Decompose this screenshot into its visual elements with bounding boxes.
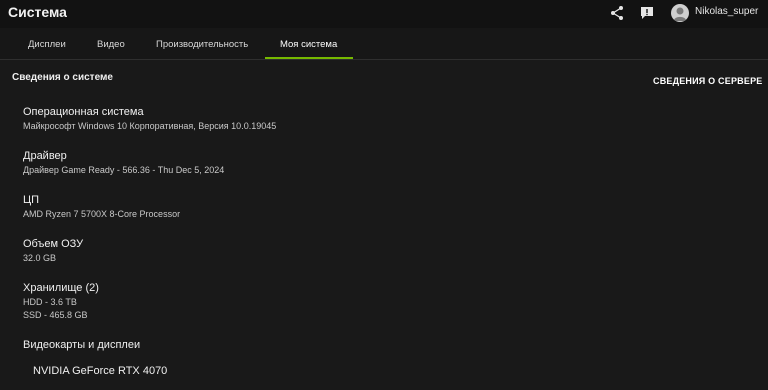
cpu-value: AMD Ryzen 7 5700X 8-Core Processor (23, 209, 181, 219)
tab-video[interactable]: Видео (97, 39, 125, 50)
gpu-item: NVIDIA GeForce RTX 4070 (33, 365, 168, 377)
title-bar: Система Nikolas_super (0, 0, 768, 28)
app-title: Система (8, 4, 67, 20)
gpus-label: Видеокарты и дисплеи (23, 339, 141, 351)
user-avatar-icon[interactable] (671, 4, 689, 22)
os-label: Операционная система (23, 106, 144, 118)
storage-ssd: SSD - 465.8 GB (23, 310, 88, 320)
driver-label: Драйвер (23, 150, 67, 162)
section-title: Сведения о системе (12, 72, 113, 83)
active-tab-indicator (265, 57, 353, 59)
tab-my-system[interactable]: Моя система (280, 39, 337, 50)
share-icon[interactable] (609, 5, 625, 21)
username[interactable]: Nikolas_super (695, 6, 758, 17)
os-value: Майкрософт Windows 10 Корпоративная, Вер… (23, 121, 277, 131)
driver-value: Драйвер Game Ready - 566.36 - Thu Dec 5,… (23, 165, 225, 175)
storage-label: Хранилище (2) (23, 282, 99, 294)
storage-hdd: HDD - 3.6 TB (23, 297, 77, 307)
server-info-link[interactable]: СВЕДЕНИЯ О СЕРВЕРЕ (653, 76, 762, 86)
ram-label: Объем ОЗУ (23, 238, 84, 250)
tab-displays[interactable]: Дисплеи (28, 39, 66, 50)
cpu-label: ЦП (23, 194, 40, 206)
tab-performance[interactable]: Производительность (156, 39, 248, 50)
notification-icon[interactable] (639, 5, 655, 21)
tab-bar: Дисплеи Видео Производительность Моя сис… (0, 28, 768, 60)
ram-value: 32.0 GB (23, 253, 57, 263)
